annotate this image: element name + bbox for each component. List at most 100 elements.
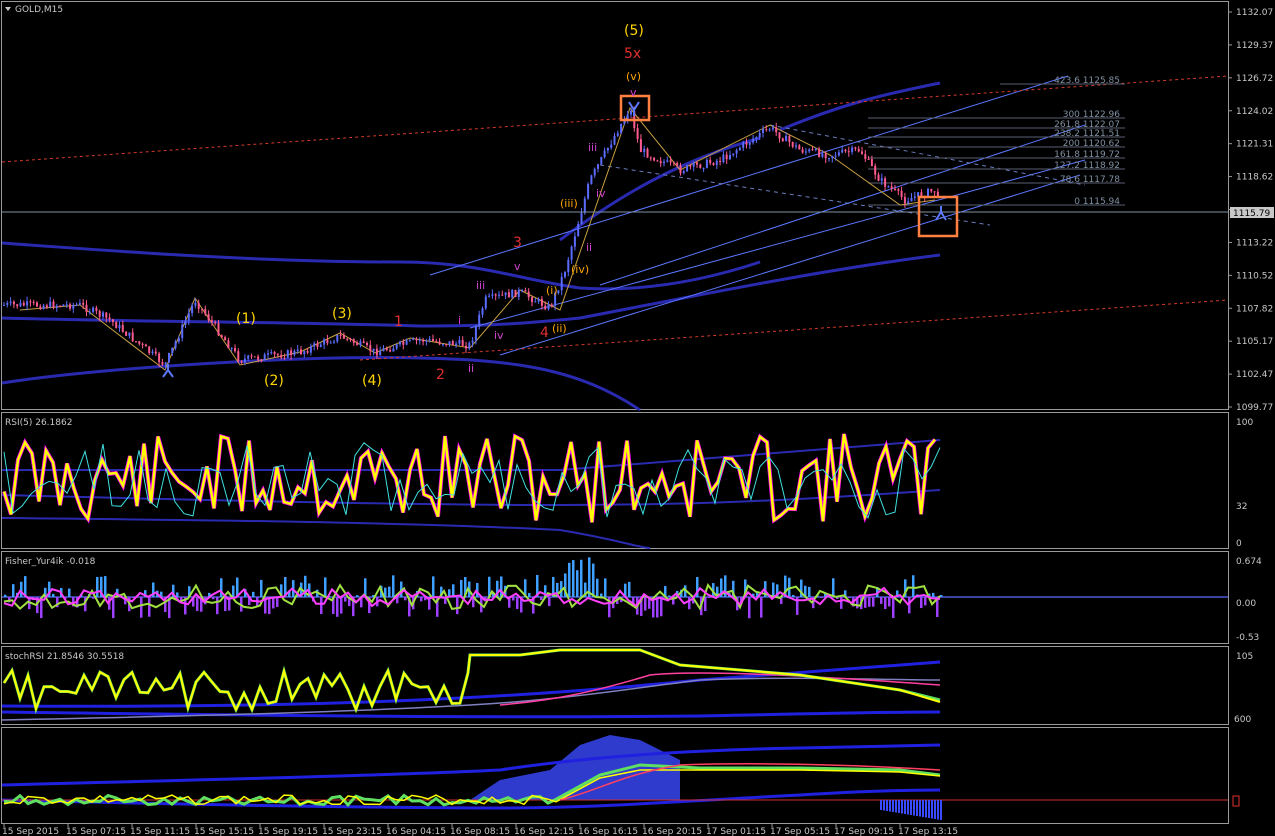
candle-body xyxy=(270,352,273,354)
candle-body xyxy=(781,138,784,142)
candle-body xyxy=(672,162,675,164)
candle-body xyxy=(415,338,418,341)
candle-body xyxy=(590,175,593,185)
time-tick-label: 16 Sep 16:15 xyxy=(578,827,638,836)
candle-body xyxy=(303,350,306,354)
candle-body xyxy=(643,148,646,153)
candle-body xyxy=(418,339,421,341)
candle-body xyxy=(758,132,761,138)
candle-body xyxy=(534,301,537,303)
candle-body xyxy=(659,161,662,164)
candle-body xyxy=(564,272,566,277)
wave-label-iv: iv xyxy=(596,187,606,200)
candle-body xyxy=(801,149,804,153)
price-tick-label: 1118.62 xyxy=(1236,173,1273,183)
candle-body xyxy=(263,354,266,361)
candle-body xyxy=(762,129,764,133)
candle-body xyxy=(102,312,104,317)
bands-bar xyxy=(922,800,924,817)
fisher-bar xyxy=(748,597,751,619)
candle-body xyxy=(468,342,471,349)
candle-body xyxy=(191,305,194,314)
wave-label-3: 3 xyxy=(513,235,522,251)
candle-body xyxy=(174,341,177,348)
fisher-bar xyxy=(912,575,915,597)
candle-body xyxy=(32,301,35,303)
fisher-bar xyxy=(260,579,263,597)
fisher-level-top: 0.674 xyxy=(1236,557,1262,567)
candle-body xyxy=(313,343,316,347)
candle-body xyxy=(131,332,134,342)
rsi-level-100: 100 xyxy=(1236,418,1253,428)
candle-body xyxy=(293,350,296,355)
candle-body xyxy=(3,304,5,306)
fisher-bar xyxy=(832,578,835,597)
candle-body xyxy=(22,302,25,306)
candle-body xyxy=(118,325,121,329)
fisher-bar xyxy=(92,597,95,599)
fib-level-label: 0 1115.94 xyxy=(1074,197,1120,207)
red-level-marker xyxy=(1232,795,1240,807)
fisher-bar xyxy=(660,597,663,617)
candle-body xyxy=(828,158,830,160)
candle-body xyxy=(283,357,286,359)
candle-body xyxy=(243,358,246,363)
candle-body xyxy=(531,297,533,302)
candle-body xyxy=(861,151,863,155)
candle-body xyxy=(742,142,745,148)
fisher-bar xyxy=(512,597,515,601)
candle-body xyxy=(870,159,873,166)
rsi-panel[interactable] xyxy=(1,412,1229,549)
price-tick-label: 1099.77 xyxy=(1236,403,1273,413)
candle-body xyxy=(362,341,365,343)
candle-body xyxy=(356,342,359,346)
fisher-bar xyxy=(344,597,347,602)
candle-body xyxy=(379,351,382,356)
rsi-level-0: 0 xyxy=(1236,539,1242,549)
wave-label-i: i xyxy=(458,314,461,327)
fisher-bar xyxy=(356,595,359,597)
candle-body xyxy=(557,290,560,294)
fisher-level-bottom: -0.53 xyxy=(1236,633,1259,643)
candle-body xyxy=(666,160,669,162)
fisher-bar xyxy=(196,597,199,612)
wave-label-4-paren: (4) xyxy=(362,373,382,389)
time-tick-label: 15 Sep 11:15 xyxy=(130,827,190,836)
arrow-markers xyxy=(162,101,947,378)
stochrsi-label: stochRSI 21.8546 30.5518 xyxy=(5,652,124,662)
bands-bar xyxy=(883,800,885,811)
menu-triangle-icon[interactable] xyxy=(5,7,11,11)
candle-body xyxy=(95,307,98,311)
candle-body xyxy=(501,294,504,296)
candle-body xyxy=(85,304,88,312)
fisher-bar xyxy=(708,597,711,598)
candle-body xyxy=(511,289,514,298)
candle-body xyxy=(78,302,81,305)
candle-body xyxy=(884,178,887,187)
candle-body xyxy=(306,350,309,353)
candle-body xyxy=(745,142,748,145)
candle-body xyxy=(217,323,220,336)
wave-labels: (5) 5x (v) v (1) (2) (3) (4) 1 2 3 4 (ii… xyxy=(236,23,644,389)
candle-body xyxy=(144,344,147,347)
fisher-bar xyxy=(112,597,115,619)
candle-body xyxy=(738,147,741,151)
fisher-bar xyxy=(820,597,823,598)
fisher-bar xyxy=(268,597,271,615)
candle-body xyxy=(709,159,712,164)
fisher-bar xyxy=(628,581,631,597)
bands-bar xyxy=(910,800,912,815)
candle-body xyxy=(402,341,405,345)
fisher-bar xyxy=(688,597,691,610)
candle-body xyxy=(257,356,260,360)
candle-body xyxy=(705,159,708,168)
candle-body xyxy=(636,128,639,140)
bands-bar xyxy=(901,800,903,814)
candle-body xyxy=(646,148,649,158)
candle-body xyxy=(897,189,900,191)
candle-body xyxy=(201,308,203,310)
time-tick-label: 16 Sep 08:15 xyxy=(450,827,510,836)
fisher-bar xyxy=(888,597,891,607)
candle-body xyxy=(593,168,596,176)
candle-body xyxy=(115,322,118,329)
